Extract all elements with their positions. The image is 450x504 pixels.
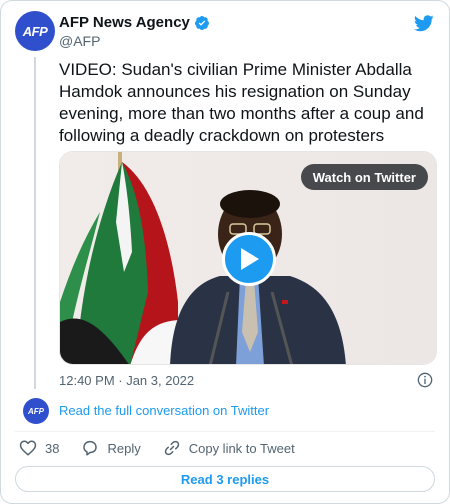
account-name[interactable]: AFP News Agency [59, 14, 190, 31]
divider [15, 431, 435, 432]
tweet-text: VIDEO: Sudan's civilian Prime Minister A… [59, 60, 424, 145]
read-full-conversation-link[interactable]: Read the full conversation on Twitter [59, 403, 269, 418]
copy-link-label: Copy link to Tweet [188, 440, 295, 456]
read-replies-button[interactable]: Read 3 replies [15, 466, 435, 492]
like-button[interactable]: 38 [19, 439, 59, 457]
thread-line [34, 57, 36, 389]
verified-badge-icon [194, 15, 209, 30]
action-bar: 38 Reply Copy link to Tweet [19, 439, 317, 457]
watch-on-twitter-button[interactable]: Watch on Twitter [300, 164, 428, 190]
reply-bubble-icon [83, 440, 98, 456]
info-icon[interactable] [417, 372, 433, 388]
video-thumbnail[interactable]: Watch on Twitter [59, 151, 437, 365]
avatar-text: AFP [22, 23, 48, 39]
reply-label: Reply [107, 440, 141, 456]
thread-avatar[interactable]: AFP [23, 398, 49, 424]
copy-link-button[interactable]: Copy link to Tweet [163, 439, 295, 457]
twitter-bird-icon[interactable] [413, 13, 435, 33]
link-icon [164, 440, 179, 456]
reply-button[interactable]: Reply [81, 439, 141, 457]
play-icon [241, 248, 259, 270]
account-handle[interactable]: @AFP [59, 33, 100, 49]
name-row: AFP News Agency [59, 14, 210, 31]
tweet-timestamp[interactable]: 12:40 PM · Jan 3, 2022 [59, 373, 194, 388]
thread-avatar-text: AFP [28, 406, 44, 416]
play-button[interactable] [222, 232, 276, 286]
profile-avatar[interactable]: AFP [15, 11, 55, 51]
tweet-card: AFP AFP News Agency @AFP VIDEO: Sudan's … [0, 0, 450, 504]
heart-icon [19, 440, 37, 456]
like-count: 38 [45, 440, 60, 456]
